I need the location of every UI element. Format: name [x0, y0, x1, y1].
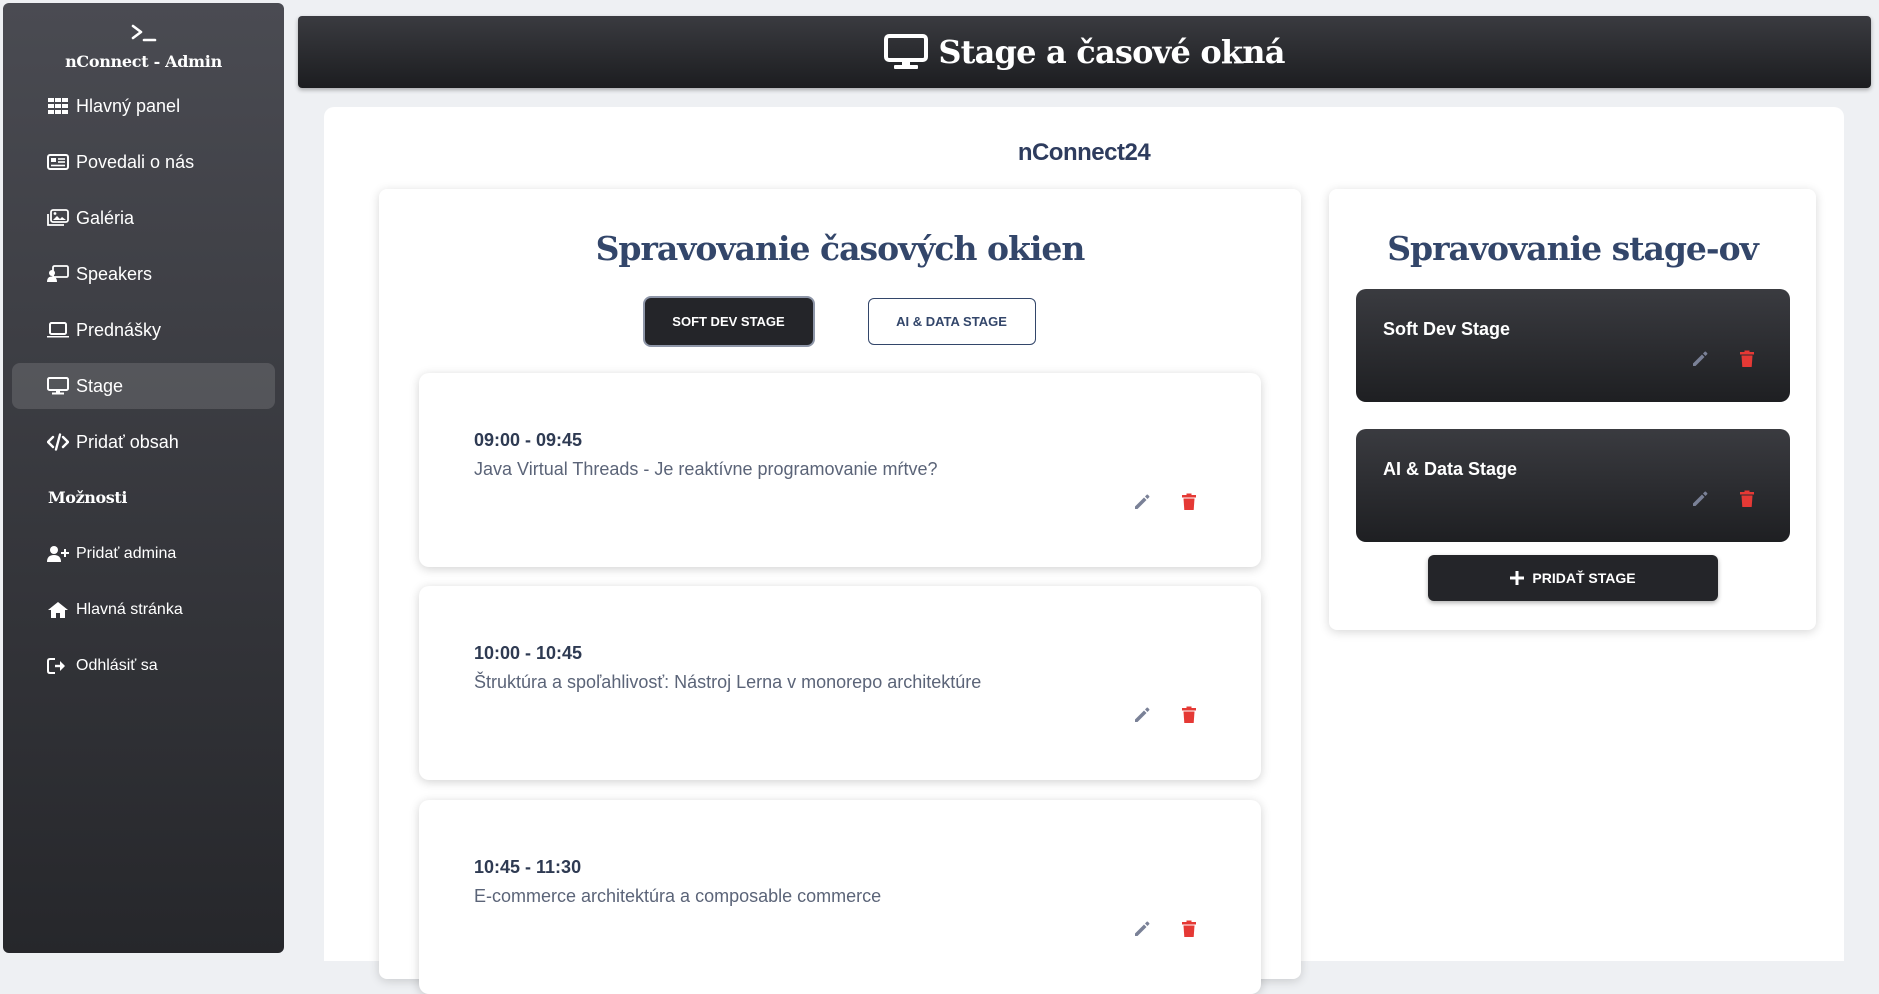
sidebar-item-testimonials[interactable]: Povedali o nás	[12, 139, 275, 185]
pencil-icon	[1135, 921, 1150, 936]
page-header: Stage a časové okná	[298, 16, 1871, 88]
sidebar-item-label: Galéria	[76, 207, 135, 228]
sidebar-item-label: Povedali o nás	[76, 151, 195, 172]
trash-icon	[1182, 706, 1196, 723]
sidebar-item-logout[interactable]: Odhlásiť sa	[12, 643, 275, 689]
edit-stage-button[interactable]	[1687, 346, 1713, 372]
edit-slot-button[interactable]	[1129, 702, 1155, 728]
brand: nConnect - Admin	[3, 3, 284, 83]
time-slot-card: 09:00 - 09:45 Java Virtual Threads - Je …	[419, 373, 1261, 567]
user-plus-icon	[47, 545, 71, 563]
trash-icon	[1740, 490, 1754, 507]
stage-item: AI & Data Stage	[1356, 429, 1790, 542]
terminal-prompt-icon	[3, 23, 284, 43]
images-icon	[47, 209, 71, 227]
plus-icon	[1510, 571, 1525, 585]
edit-stage-button[interactable]	[1687, 486, 1713, 512]
brand-title: nConnect - Admin	[65, 52, 222, 71]
stages-card: Spravovanie stage-ov Soft Dev Stage AI &…	[1329, 189, 1816, 630]
sidebar-item-label: Pridať admina	[76, 545, 177, 562]
options-heading: Možnosti	[48, 488, 128, 507]
time-slot-card: 10:00 - 10:45 Štruktúra a spoľahlivosť: …	[419, 586, 1261, 780]
tab-ai-data-stage[interactable]: AI & DATA STAGE	[867, 298, 1036, 345]
sidebar-item-gallery[interactable]: Galéria	[12, 195, 275, 241]
stage-tabs: SOFT DEV STAGE AI & DATA STAGE	[379, 298, 1301, 345]
sidebar-nav: Hlavný panel Povedali o nás Galéria Spea…	[3, 83, 284, 465]
sidebar-item-label: Stage	[76, 375, 124, 396]
slot-talk-title: Štruktúra a spoľahlivosť: Nástroj Lerna …	[474, 672, 982, 692]
sidebar-item-add-content[interactable]: Pridať obsah	[12, 419, 275, 465]
time-slot-card: 10:45 - 11:30 E-commerce architektúra a …	[419, 800, 1261, 994]
delete-slot-button[interactable]	[1176, 916, 1202, 942]
slot-time: 10:45 - 11:30	[474, 857, 582, 877]
code-icon	[47, 433, 71, 451]
grid-icon	[47, 97, 71, 115]
sidebar-item-label: Prednášky	[76, 319, 162, 340]
sign-out-icon	[47, 657, 71, 675]
desktop-icon	[884, 34, 929, 70]
pencil-icon	[1693, 491, 1708, 506]
desktop-icon	[47, 377, 71, 395]
newspaper-icon	[47, 153, 71, 171]
slot-time: 09:00 - 09:45	[474, 430, 583, 450]
sidebar-item-label: Speakers	[76, 263, 153, 284]
sidebar-item-label: Pridať obsah	[76, 431, 179, 452]
sidebar-item-add-admin[interactable]: Pridať admina	[12, 531, 275, 577]
sidebar-item-label: Hlavná stránka	[76, 601, 183, 618]
time-slots-card: Spravovanie časových okien SOFT DEV STAG…	[379, 189, 1301, 994]
stages-heading: Spravovanie stage-ov	[1387, 229, 1759, 268]
stage-item: Soft Dev Stage	[1356, 289, 1790, 402]
sidebar-item-talks[interactable]: Prednášky	[12, 307, 275, 353]
sidebar-item-stage[interactable]: Stage	[12, 363, 275, 409]
time-slots-heading: Spravovanie časových okien	[595, 229, 1086, 268]
event-name: nConnect24	[1017, 139, 1151, 166]
slot-talk-title: E-commerce architektúra a composable com…	[474, 886, 882, 906]
delete-slot-button[interactable]	[1176, 702, 1202, 728]
pencil-icon	[1135, 494, 1150, 509]
trash-icon	[1182, 920, 1196, 937]
trash-icon	[1182, 493, 1196, 510]
chalkboard-user-icon	[47, 265, 71, 283]
add-stage-label: PRIDAŤ STAGE	[1532, 570, 1636, 586]
delete-stage-button[interactable]	[1734, 346, 1760, 372]
slot-time: 10:00 - 10:45	[474, 643, 583, 663]
sidebar-item-label: Hlavný panel	[76, 95, 181, 116]
sidebar-item-speakers[interactable]: Speakers	[12, 251, 275, 297]
options-nav: Pridať admina Hlavná stránka Odhlásiť sa	[3, 531, 284, 689]
edit-slot-button[interactable]	[1129, 916, 1155, 942]
main-panel: nConnect24 Spravovanie časových okien SO…	[324, 107, 1844, 994]
home-icon	[47, 601, 71, 619]
sidebar: nConnect - Admin Hlavný panel Povedali o…	[3, 3, 284, 953]
sidebar-item-dashboard[interactable]: Hlavný panel	[12, 83, 275, 129]
pencil-icon	[1693, 351, 1708, 366]
delete-stage-button[interactable]	[1734, 486, 1760, 512]
tab-soft-dev-stage[interactable]: SOFT DEV STAGE	[644, 298, 813, 345]
add-stage-button[interactable]: PRIDAŤ STAGE	[1428, 555, 1718, 601]
stage-name: AI & Data Stage	[1383, 459, 1518, 479]
sidebar-item-label: Odhlásiť sa	[76, 657, 158, 674]
stage-name: Soft Dev Stage	[1383, 319, 1511, 339]
laptop-icon	[47, 321, 71, 339]
slot-talk-title: Java Virtual Threads - Je reaktívne prog…	[474, 459, 938, 479]
page-title: Stage a časové okná	[938, 33, 1285, 71]
edit-slot-button[interactable]	[1129, 489, 1155, 515]
sidebar-item-home[interactable]: Hlavná stránka	[12, 587, 275, 633]
delete-slot-button[interactable]	[1176, 489, 1202, 515]
pencil-icon	[1135, 707, 1150, 722]
trash-icon	[1740, 350, 1754, 367]
